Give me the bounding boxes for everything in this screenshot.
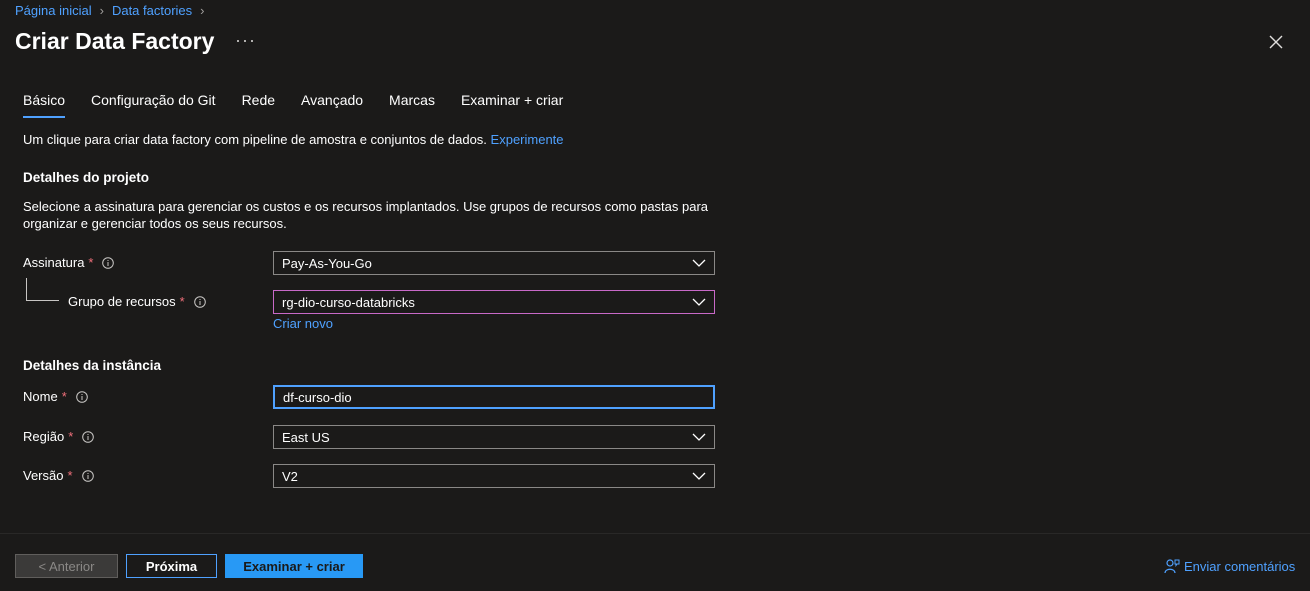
- tab-tags[interactable]: Marcas: [389, 92, 435, 118]
- footer-divider: [0, 533, 1310, 534]
- send-feedback-link[interactable]: Enviar comentários: [1164, 558, 1295, 574]
- chevron-right-icon: ›: [99, 2, 104, 18]
- instance-details-heading: Detalhes da instância: [23, 358, 162, 373]
- required-marker: *: [88, 255, 94, 270]
- region-label: Região *: [23, 429, 95, 444]
- breadcrumb-data-factories-link[interactable]: Data factories: [112, 3, 192, 18]
- chevron-down-icon: [692, 472, 706, 480]
- tab-advanced[interactable]: Avançado: [301, 92, 363, 118]
- version-value: V2: [282, 468, 298, 484]
- close-icon[interactable]: [1266, 32, 1286, 52]
- name-input[interactable]: df-curso-dio: [273, 385, 715, 409]
- required-marker: *: [179, 294, 185, 309]
- subscription-label: Assinatura *: [23, 255, 115, 270]
- resource-group-value: rg-dio-curso-databricks: [282, 294, 415, 310]
- chevron-down-icon: [692, 259, 706, 267]
- required-marker: *: [61, 389, 67, 404]
- review-create-button[interactable]: Examinar + criar: [225, 554, 363, 578]
- required-marker: *: [68, 429, 74, 444]
- feedback-person-icon: [1164, 559, 1180, 574]
- info-icon[interactable]: [82, 430, 95, 443]
- resource-group-dropdown[interactable]: rg-dio-curso-databricks: [273, 290, 715, 314]
- info-icon[interactable]: [102, 256, 115, 269]
- info-icon[interactable]: [81, 469, 94, 482]
- resource-group-label: Grupo de recursos *: [68, 294, 206, 309]
- project-description: Selecione a assinatura para gerenciar os…: [23, 199, 709, 231]
- chevron-down-icon: [692, 433, 706, 441]
- tree-connector: [26, 300, 59, 301]
- create-new-resource-group-link[interactable]: Criar novo: [273, 316, 333, 331]
- version-label-text: Versão: [23, 468, 64, 483]
- subscription-value: Pay-As-You-Go: [282, 255, 372, 271]
- project-details-heading: Detalhes do projeto: [23, 170, 150, 185]
- intro-text: Um clique para criar data factory com pi…: [23, 132, 564, 147]
- info-icon[interactable]: [193, 295, 206, 308]
- name-label-text: Nome: [23, 389, 58, 404]
- tab-network[interactable]: Rede: [242, 92, 275, 118]
- region-value: East US: [282, 429, 330, 445]
- name-value: df-curso-dio: [283, 389, 352, 405]
- more-options-button[interactable]: ···: [235, 30, 256, 51]
- tab-git-configuration[interactable]: Configuração do Git: [91, 92, 216, 118]
- region-dropdown[interactable]: East US: [273, 425, 715, 449]
- breadcrumb-home-link[interactable]: Página inicial: [15, 3, 92, 18]
- send-feedback-label: Enviar comentários: [1184, 558, 1296, 574]
- previous-button[interactable]: < Anterior: [15, 554, 118, 578]
- subscription-label-text: Assinatura: [23, 255, 85, 270]
- version-label: Versão *: [23, 468, 94, 483]
- resource-group-label-text: Grupo de recursos: [68, 294, 176, 309]
- region-label-text: Região: [23, 429, 65, 444]
- breadcrumb: Página inicial › Data factories ›: [15, 1, 213, 19]
- tab-review-create[interactable]: Examinar + criar: [461, 92, 563, 118]
- required-marker: *: [67, 468, 73, 483]
- tab-basics[interactable]: Básico: [23, 92, 66, 118]
- name-label: Nome *: [23, 389, 88, 404]
- next-button[interactable]: Próxima: [126, 554, 217, 578]
- tree-connector: [26, 278, 27, 300]
- chevron-right-icon: ›: [200, 2, 205, 18]
- subscription-dropdown[interactable]: Pay-As-You-Go: [273, 251, 715, 275]
- page-title: Criar Data Factory: [15, 28, 215, 54]
- intro-message: Um clique para criar data factory com pi…: [23, 132, 487, 147]
- version-dropdown[interactable]: V2: [273, 464, 715, 488]
- tab-bar: Básico Configuração do Git Rede Avançado…: [23, 92, 589, 118]
- chevron-down-icon: [692, 298, 706, 306]
- try-it-link[interactable]: Experimente: [491, 132, 564, 147]
- create-data-factory-page: Página inicial › Data factories › Criar …: [0, 0, 1310, 591]
- info-icon[interactable]: [75, 390, 88, 403]
